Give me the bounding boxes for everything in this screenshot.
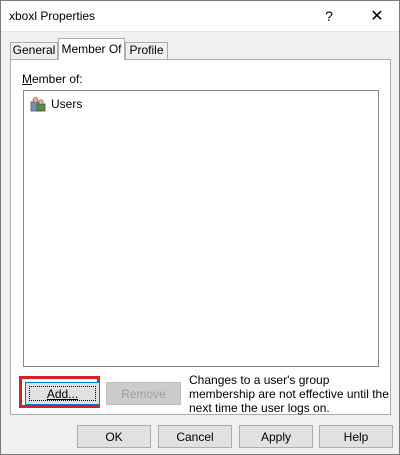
list-item[interactable]: Users xyxy=(30,95,82,113)
help-icon: ? xyxy=(325,8,333,24)
help-title-button[interactable]: ? xyxy=(307,1,351,31)
remove-button-label: Remove xyxy=(121,386,166,401)
member-of-label: Member of: xyxy=(22,72,83,86)
properties-dialog: xboxl Properties ? ✕ General Member Of P… xyxy=(0,0,400,455)
member-of-panel: Member of: Users Add... Remove Changes t… xyxy=(10,59,391,415)
users-group-icon xyxy=(30,97,46,112)
help-button[interactable]: Help xyxy=(319,425,393,448)
add-button[interactable]: Add... xyxy=(25,382,100,405)
help-button-label: Help xyxy=(343,429,369,444)
group-name: Users xyxy=(51,97,83,111)
remove-button[interactable]: Remove xyxy=(106,382,181,405)
apply-button[interactable]: Apply xyxy=(239,425,313,448)
focus-ring xyxy=(29,386,96,401)
membership-note: Changes to a user's group membership are… xyxy=(189,373,389,415)
close-button[interactable]: ✕ xyxy=(355,1,399,31)
window-title: xboxl Properties xyxy=(9,9,96,23)
cancel-button[interactable]: Cancel xyxy=(158,425,232,448)
close-icon: ✕ xyxy=(370,8,384,25)
tab-profile[interactable]: Profile xyxy=(125,42,168,59)
title-bar: xboxl Properties ? ✕ xyxy=(1,1,399,32)
member-of-list[interactable]: Users xyxy=(23,90,379,367)
tab-member-of[interactable]: Member Of xyxy=(58,38,125,60)
cancel-button-label: Cancel xyxy=(176,429,214,444)
ok-button[interactable]: OK xyxy=(77,425,151,448)
tab-general[interactable]: General xyxy=(10,42,58,59)
apply-button-label: Apply xyxy=(260,429,292,444)
ok-button-label: OK xyxy=(105,429,123,444)
